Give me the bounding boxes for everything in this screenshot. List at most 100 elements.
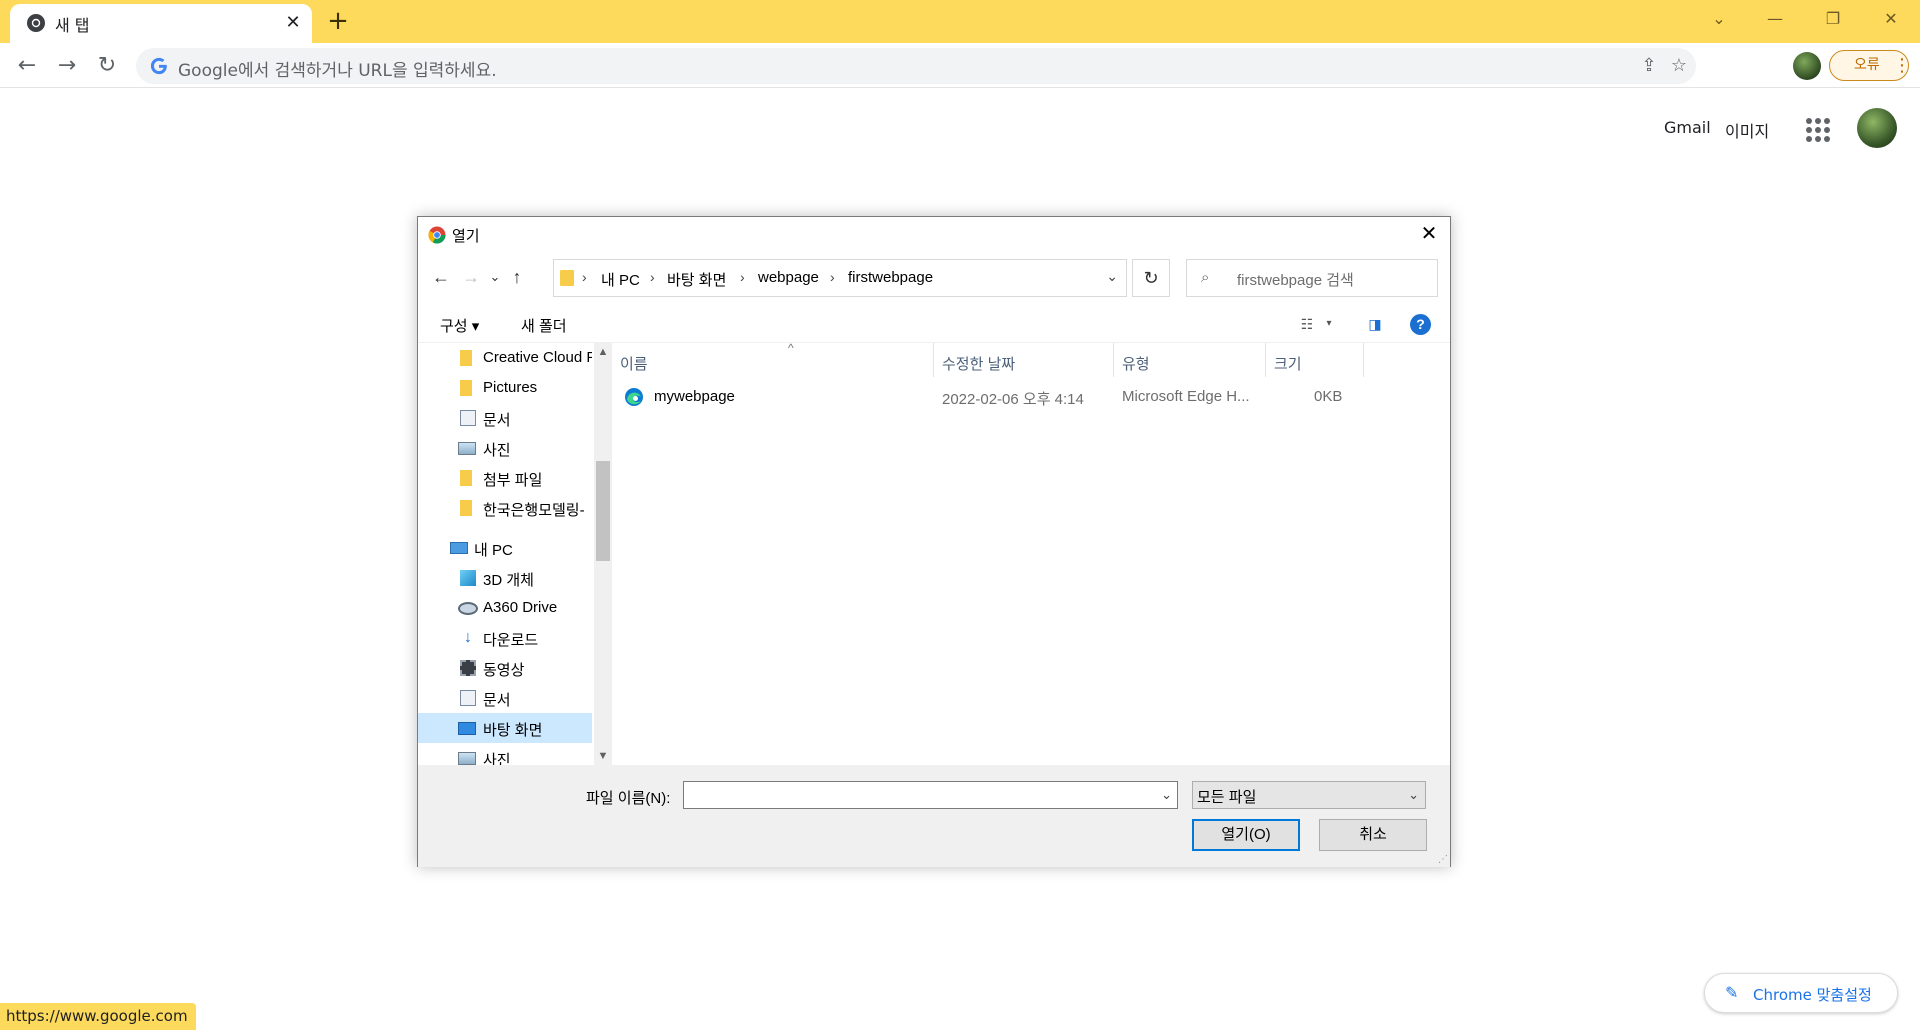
- nav-item-label: 첨부 파일: [483, 472, 543, 489]
- new-folder-button[interactable]: 새 폴더: [521, 315, 567, 336]
- reload-icon[interactable]: ↻: [90, 49, 124, 83]
- column-header-type[interactable]: 유형: [1114, 343, 1266, 377]
- organize-button[interactable]: 구성 ▾: [440, 315, 479, 336]
- view-options-icon[interactable]: ☷: [1296, 314, 1318, 334]
- nav-item-videos[interactable]: 동영상: [418, 653, 592, 683]
- folder-icon: [460, 380, 472, 396]
- window-close-icon[interactable]: ✕: [1876, 6, 1906, 32]
- dialog-close-icon[interactable]: ✕: [1418, 223, 1440, 245]
- preview-pane-icon[interactable]: ◨: [1364, 314, 1386, 334]
- dialog-forward-icon[interactable]: →: [460, 265, 482, 289]
- scrollbar-thumb[interactable]: [596, 461, 610, 561]
- nav-item-bok-modeling[interactable]: 한국은행모델링-: [418, 493, 592, 523]
- organize-label: 구성: [440, 318, 468, 335]
- address-dropdown-icon[interactable]: ⌄: [1106, 268, 1118, 285]
- nav-item-label: Pictures: [483, 379, 538, 396]
- column-header-name[interactable]: 이름: [612, 343, 934, 377]
- breadcrumb-item[interactable]: firstwebpage: [848, 269, 933, 286]
- filename-dropdown-icon[interactable]: ⌄: [1161, 787, 1172, 803]
- download-icon: ↓: [464, 629, 472, 646]
- column-header-modified[interactable]: 수정한 날짜: [934, 343, 1114, 377]
- dialog-footer: 파일 이름(N): ⌄ 모든 파일 ⌄ 열기(O) 취소 ⋰: [418, 765, 1450, 867]
- nav-item-this-pc[interactable]: 내 PC: [418, 533, 592, 563]
- nav-item-a360-drive[interactable]: A360 Drive: [418, 593, 592, 623]
- navigation-scrollbar[interactable]: ▲ ▼: [594, 343, 612, 765]
- omnibox[interactable]: Google에서 검색하거나 URL을 입력하세요. ⇪ ☆: [136, 48, 1696, 84]
- folder-icon: [460, 500, 472, 516]
- nav-item-documents-pc[interactable]: 문서: [418, 683, 592, 713]
- nav-item-desktop[interactable]: 바탕 화면: [418, 713, 592, 743]
- nav-item-creative-cloud[interactable]: Creative Cloud F: [418, 343, 592, 373]
- customize-chrome-label: Chrome 맞춤설정: [1753, 986, 1872, 1004]
- breadcrumb-separator-icon: ›: [830, 269, 835, 285]
- dialog-title: 열기: [452, 228, 480, 245]
- folder-icon: [460, 350, 472, 366]
- search-icon: ⌕: [1201, 269, 1210, 286]
- tab-strip: 새 탭 ✕ + ⌄ — ❐ ✕: [0, 0, 1920, 43]
- tab-new-tab[interactable]: 새 탭 ✕: [10, 4, 312, 43]
- navigation-pane: Creative Cloud F Pictures 문서 사진 첨부 파일 한국…: [418, 343, 594, 765]
- breadcrumb-item[interactable]: 바탕 화면: [667, 269, 726, 290]
- nav-item-documents[interactable]: 문서: [418, 403, 592, 433]
- chrome-icon: [428, 226, 446, 244]
- nav-item-label: 3D 개체: [483, 572, 534, 589]
- images-link[interactable]: 이미지: [1725, 118, 1769, 142]
- nav-item-label: 사진: [483, 442, 511, 459]
- nav-item-label: 다운로드: [483, 632, 539, 649]
- help-icon[interactable]: ?: [1410, 314, 1431, 335]
- file-type: Microsoft Edge H...: [1122, 388, 1250, 405]
- address-row: ← → ⌄ ↑ › 내 PC › 바탕 화면 › webpage › first…: [418, 257, 1450, 297]
- nav-item-3d-objects[interactable]: 3D 개체: [418, 563, 592, 593]
- column-header-size[interactable]: 크기: [1266, 343, 1364, 377]
- breadcrumb-item[interactable]: webpage: [758, 269, 819, 286]
- tab-close-icon[interactable]: ✕: [282, 12, 304, 34]
- nav-item-label: 동영상: [483, 662, 525, 679]
- refresh-icon[interactable]: ↻: [1132, 259, 1170, 297]
- gmail-link[interactable]: Gmail: [1664, 118, 1711, 137]
- file-modified: 2022-02-06 오후 4:14: [942, 391, 1084, 408]
- new-tab-button[interactable]: +: [325, 8, 351, 34]
- apps-grid-icon[interactable]: [1806, 118, 1830, 142]
- nav-item-label: 문서: [483, 412, 511, 429]
- profile-error-label: 오류: [1854, 57, 1880, 73]
- file-row[interactable]: mywebpage 2022-02-06 오후 4:14 Microsoft E…: [612, 383, 1450, 411]
- open-button[interactable]: 열기(O): [1192, 819, 1300, 851]
- scroll-up-icon[interactable]: ▲: [594, 343, 612, 361]
- nav-item-photos-pc[interactable]: 사진: [418, 743, 592, 765]
- back-icon[interactable]: ←: [10, 49, 44, 83]
- minimize-icon[interactable]: —: [1760, 6, 1790, 32]
- chrome-icon: [27, 14, 45, 32]
- folder-search-input[interactable]: ⌕ firstwebpage 검색: [1186, 259, 1438, 297]
- view-dropdown-icon[interactable]: ▾: [1318, 314, 1340, 334]
- cancel-button[interactable]: 취소: [1319, 819, 1427, 851]
- dialog-back-icon[interactable]: ←: [430, 265, 452, 289]
- file-type-select[interactable]: 모든 파일 ⌄: [1192, 781, 1426, 809]
- forward-icon[interactable]: →: [50, 49, 84, 83]
- profile-avatar-small[interactable]: [1793, 52, 1821, 80]
- command-bar: 구성 ▾ 새 폴더 ☷ ▾ ◨ ?: [418, 305, 1450, 343]
- nav-item-downloads[interactable]: ↓ 다운로드: [418, 623, 592, 653]
- breadcrumb-item[interactable]: 내 PC: [601, 269, 640, 290]
- menu-kebab-icon[interactable]: ⋮: [1893, 50, 1911, 81]
- video-icon: [460, 660, 476, 676]
- recent-locations-chevron-icon[interactable]: ⌄: [484, 265, 506, 289]
- customize-chrome-button[interactable]: ✎ Chrome 맞춤설정: [1704, 973, 1898, 1013]
- chevron-down-icon: ⌄: [1408, 787, 1419, 802]
- restore-icon[interactable]: ❐: [1818, 6, 1848, 32]
- file-list: ^ 이름 수정한 날짜 유형 크기 mywebpage 2022-02-06 오…: [612, 341, 1450, 765]
- browser-toolbar: ← → ↻ Google에서 검색하거나 URL을 입력하세요. ⇪ ☆ 오류 …: [0, 43, 1920, 88]
- resize-grip-icon[interactable]: ⋰: [1438, 854, 1448, 865]
- nav-item-pictures[interactable]: Pictures: [418, 373, 592, 403]
- up-folder-icon[interactable]: ↑: [506, 265, 528, 289]
- tab-search-icon[interactable]: ⌄: [1704, 6, 1734, 32]
- scroll-down-icon[interactable]: ▼: [594, 747, 612, 765]
- bookmark-star-icon[interactable]: ☆: [1668, 55, 1690, 77]
- breadcrumb[interactable]: › 내 PC › 바탕 화면 › webpage › firstwebpage …: [553, 259, 1127, 297]
- filename-label: 파일 이름(N):: [586, 790, 671, 807]
- nav-item-attachments[interactable]: 첨부 파일: [418, 463, 592, 493]
- nav-item-label: 한국은행모델링-: [483, 502, 585, 519]
- profile-avatar-large[interactable]: [1857, 108, 1897, 148]
- filename-input[interactable]: ⌄: [683, 781, 1178, 809]
- share-icon[interactable]: ⇪: [1638, 55, 1660, 77]
- nav-item-photos[interactable]: 사진: [418, 433, 592, 463]
